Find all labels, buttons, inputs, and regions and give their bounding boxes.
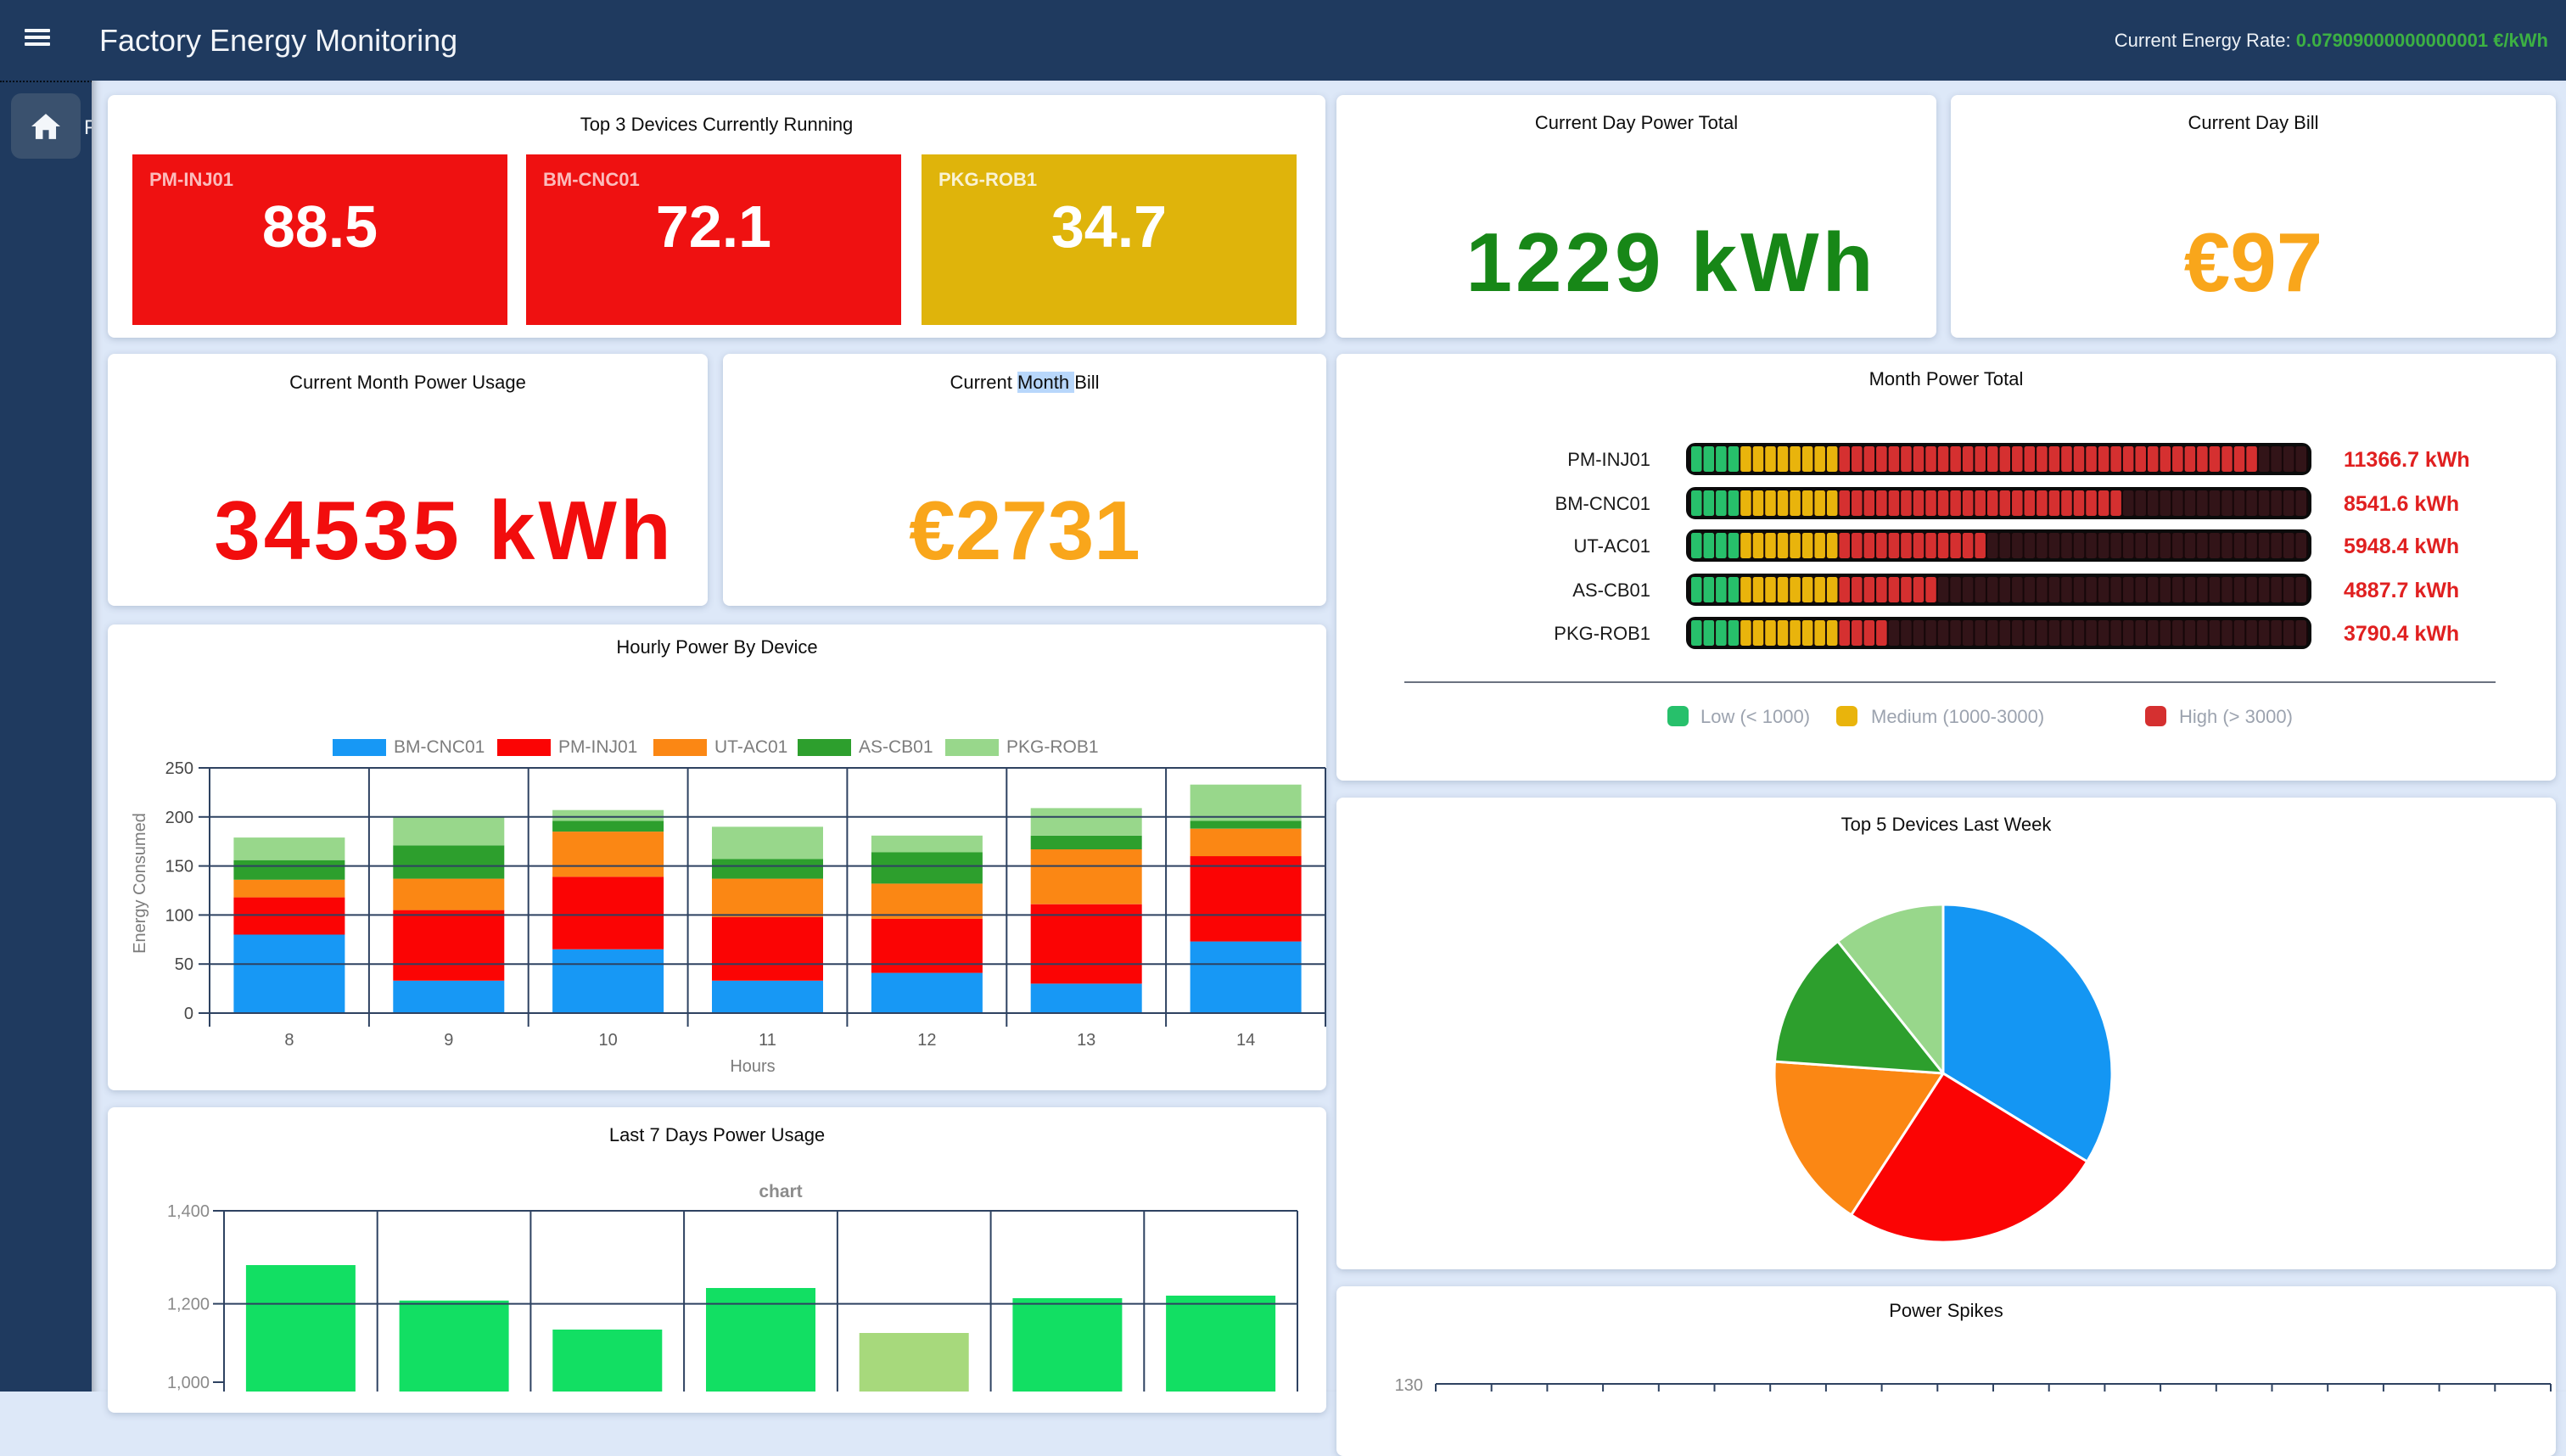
svg-text:11366.7 kWh: 11366.7 kWh	[2344, 448, 2470, 472]
svg-text:4887.7 kWh: 4887.7 kWh	[2344, 579, 2459, 602]
svg-text:100: 100	[165, 906, 193, 925]
svg-text:12: 12	[917, 1031, 936, 1050]
svg-text:13: 13	[1077, 1031, 1095, 1050]
svg-text:UT-AC01: UT-AC01	[1574, 535, 1650, 557]
svg-text:1,000: 1,000	[167, 1374, 210, 1392]
svg-text:Low (< 1000): Low (< 1000)	[1700, 706, 1810, 727]
svg-text:8541.6 kWh: 8541.6 kWh	[2344, 492, 2459, 516]
svg-text:Hours: Hours	[730, 1057, 775, 1076]
svg-text:50: 50	[175, 955, 193, 974]
svg-text:AS-CB01: AS-CB01	[1572, 580, 1650, 601]
svg-text:Energy Consumed: Energy Consumed	[131, 813, 149, 954]
svg-text:250: 250	[165, 759, 193, 778]
svg-text:PM-INJ01: PM-INJ01	[1567, 449, 1650, 470]
svg-text:BM-CNC01: BM-CNC01	[1555, 493, 1650, 514]
svg-text:Medium (1000-3000): Medium (1000-3000)	[1871, 706, 2044, 727]
svg-text:14: 14	[1236, 1031, 1255, 1050]
svg-text:High (> 3000): High (> 3000)	[2179, 706, 2293, 727]
svg-text:PKG-ROB1: PKG-ROB1	[1554, 623, 1650, 644]
svg-text:150: 150	[165, 858, 193, 876]
svg-text:5948.4 kWh: 5948.4 kWh	[2344, 535, 2459, 558]
svg-text:11: 11	[759, 1031, 776, 1050]
svg-text:3790.4 kWh: 3790.4 kWh	[2344, 622, 2459, 646]
svg-text:130: 130	[1395, 1376, 1423, 1392]
svg-text:8: 8	[284, 1031, 294, 1050]
svg-text:1,200: 1,200	[167, 1296, 210, 1314]
svg-text:0: 0	[184, 1005, 193, 1023]
svg-text:200: 200	[165, 809, 193, 827]
svg-text:9: 9	[444, 1031, 453, 1050]
svg-text:1,400: 1,400	[167, 1202, 210, 1221]
svg-text:10: 10	[598, 1031, 617, 1050]
